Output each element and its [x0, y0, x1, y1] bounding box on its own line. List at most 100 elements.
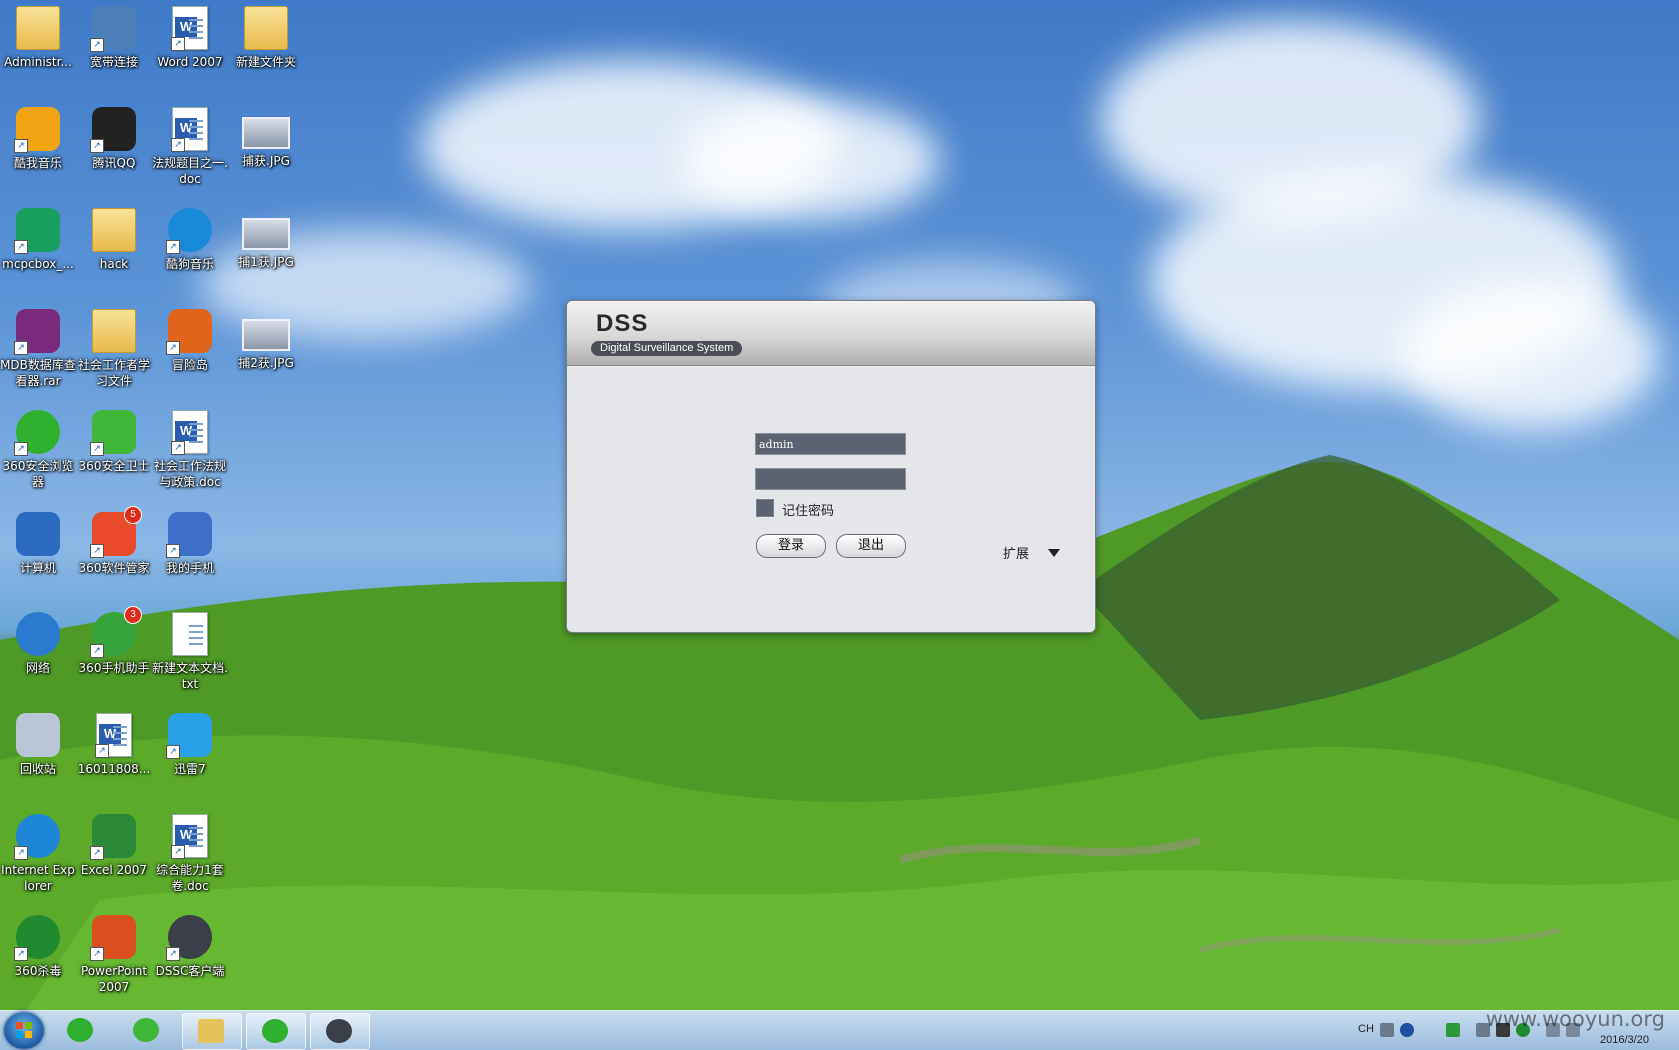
folder-icon	[244, 6, 288, 50]
shortcut-arrow-icon: ↗	[166, 947, 180, 961]
shortcut-arrow-icon: ↗	[90, 139, 104, 153]
desktop-icon-label: 法规题目之一.doc	[152, 156, 228, 186]
input-language-indicator[interactable]: CH	[1358, 1023, 1374, 1035]
taskbar-item[interactable]	[118, 1013, 176, 1048]
kugou-music-icon: ↗	[166, 208, 212, 254]
desktop-icon-label: 360杀毒	[14, 964, 62, 978]
password-input[interactable]	[755, 468, 906, 490]
360-browser-icon	[262, 1019, 288, 1043]
desktop-icon[interactable]: ↗ mcpcbox_...	[0, 208, 76, 272]
desktop-icon[interactable]: ↗ 360杀毒	[0, 915, 76, 979]
desktop-icon[interactable]: W ↗ 社会工作法规与政策.doc	[152, 410, 228, 490]
chevron-down-icon[interactable]	[1048, 549, 1060, 557]
taskbar-item[interactable]	[182, 1013, 242, 1050]
shortcut-arrow-icon: ↗	[171, 845, 185, 859]
shortcut-arrow-icon: ↗	[171, 37, 185, 51]
dss-logo-text: DSS	[596, 310, 649, 337]
desktop-icon[interactable]: W ↗ 16011808...	[76, 713, 152, 777]
word-document-icon: W ↗	[171, 107, 208, 152]
shortcut-arrow-icon: ↗	[171, 138, 185, 152]
desktop-icon-label: 酷我音乐	[13, 156, 62, 170]
desktop-icon[interactable]: 捕1获.JPG	[228, 208, 304, 270]
360-browser-icon: ↗	[14, 410, 60, 456]
desktop-icon[interactable]: 社会工作者学习文件	[76, 309, 152, 389]
shortcut-arrow-icon: ↗	[90, 38, 104, 52]
desktop-icon[interactable]: ↗ 360安全卫士	[76, 410, 152, 474]
desktop-icon-label: 新建文本文档.txt	[152, 661, 228, 691]
desktop-icon-label: 社会工作者学习文件	[77, 358, 150, 388]
desktop-icon[interactable]: ↗ 酷我音乐	[0, 107, 76, 171]
dss-client-camera-icon: ↗	[166, 915, 212, 961]
shortcut-arrow-icon: ↗	[14, 341, 28, 355]
desktop-icon-label: 社会工作法规与政策.doc	[153, 459, 226, 489]
start-button[interactable]	[4, 1012, 44, 1049]
desktop-icon[interactable]: 新建文件夹	[228, 6, 304, 70]
desktop-icon[interactable]: 捕2获.JPG	[228, 309, 304, 371]
image-file-icon	[242, 218, 290, 250]
desktop-icon[interactable]: ↗ 宽带连接	[76, 6, 152, 70]
desktop-icon[interactable]: ↗ Excel 2007	[76, 814, 152, 878]
desktop-icon[interactable]: ↗ 酷狗音乐	[152, 208, 228, 272]
windows-logo-icon	[16, 1022, 32, 1038]
taskbar-item[interactable]	[246, 1013, 306, 1050]
shield-icon[interactable]	[1446, 1023, 1460, 1037]
user-folder-icon	[16, 6, 60, 50]
expand-label[interactable]: 扩展	[1003, 543, 1029, 562]
notification-badge: 5	[124, 506, 142, 524]
desktop-icon[interactable]: W ↗ 法规题目之一.doc	[152, 107, 228, 187]
desktop-icon-label: 腾讯QQ	[92, 156, 136, 170]
exit-button[interactable]: 退出	[836, 534, 906, 558]
word-document-icon: W ↗	[171, 410, 208, 455]
desktop-icon[interactable]: ↗ DSSC客户端	[152, 915, 228, 979]
folder-icon	[92, 309, 136, 353]
desktop-icon[interactable]: ↗ 3 360手机助手	[76, 606, 152, 676]
desktop-icon[interactable]: 回收站	[0, 713, 76, 777]
shortcut-arrow-icon: ↗	[14, 846, 28, 860]
desktop-icon-label: 新建文件夹	[235, 55, 296, 69]
desktop-icon[interactable]: ↗ 腾讯QQ	[76, 107, 152, 171]
desktop-icon-label: 冒险岛	[171, 358, 208, 372]
desktop-icon[interactable]: W ↗ Word 2007	[152, 6, 228, 70]
desktop-icon[interactable]: ↗ 我的手机	[152, 512, 228, 576]
desktop-icon[interactable]: ↗ PowerPoint 2007	[76, 915, 152, 995]
360-antivirus-icon: ↗	[14, 915, 60, 961]
shortcut-arrow-icon: ↗	[14, 139, 28, 153]
keyboard-icon[interactable]	[1380, 1023, 1394, 1037]
shortcut-arrow-icon: ↗	[90, 544, 104, 558]
360-phone-assistant-icon: ↗ 3	[90, 606, 142, 658]
network-connection-icon: ↗	[90, 6, 136, 52]
remember-password-checkbox[interactable]	[756, 499, 774, 517]
dialog-body: 用户名: admin 密码: 记住密码 登录 退出 扩展	[567, 366, 1095, 632]
help-icon[interactable]	[1400, 1023, 1414, 1037]
desktop-icon[interactable]: ↗ MDB数据库查看器.rar	[0, 309, 76, 389]
taskbar-item[interactable]	[52, 1013, 110, 1048]
desktop-icon[interactable]: ↗ 360安全浏览器	[0, 410, 76, 490]
desktop-icon[interactable]: W ↗ 综合能力1套卷.doc	[152, 814, 228, 894]
shortcut-arrow-icon: ↗	[166, 544, 180, 558]
maplestory-mushroom-icon: ↗	[166, 309, 212, 355]
desktop-icon[interactable]: 计算机	[0, 512, 76, 576]
clock-date[interactable]: 2016/3/20	[1600, 1034, 1649, 1046]
shortcut-arrow-icon: ↗	[166, 745, 180, 759]
desktop-icon[interactable]: ↗ 5 360软件管家	[76, 506, 152, 576]
username-input[interactable]: admin	[755, 433, 906, 455]
login-button[interactable]: 登录	[756, 534, 826, 558]
desktop-icon-label: 捕获.JPG	[242, 154, 290, 168]
desktop-icon[interactable]: ↗ 迅雷7	[152, 713, 228, 777]
dialog-header[interactable]: DSS Digital Surveillance System	[567, 301, 1095, 366]
desktop-icon[interactable]: ↗ 冒险岛	[152, 309, 228, 373]
taskbar-item[interactable]	[310, 1013, 370, 1050]
360-safeguard-icon: ↗	[90, 410, 136, 456]
desktop-icon[interactable]: Administr...	[0, 6, 76, 70]
mcpc-box-icon: ↗	[14, 208, 60, 254]
shortcut-arrow-icon: ↗	[90, 947, 104, 961]
desktop-icon[interactable]: 新建文本文档.txt	[152, 612, 228, 692]
desktop-icon[interactable]: hack	[76, 208, 152, 272]
text-file-icon	[172, 612, 208, 656]
desktop-icon[interactable]: 捕获.JPG	[228, 107, 304, 169]
desktop-icon[interactable]: ↗ Internet Explorer	[0, 814, 76, 894]
desktop-icon[interactable]: 网络	[0, 612, 76, 676]
excel-icon: ↗	[90, 814, 136, 860]
shortcut-arrow-icon: ↗	[171, 441, 185, 455]
desktop-icon-label: 捕1获.JPG	[238, 255, 294, 269]
